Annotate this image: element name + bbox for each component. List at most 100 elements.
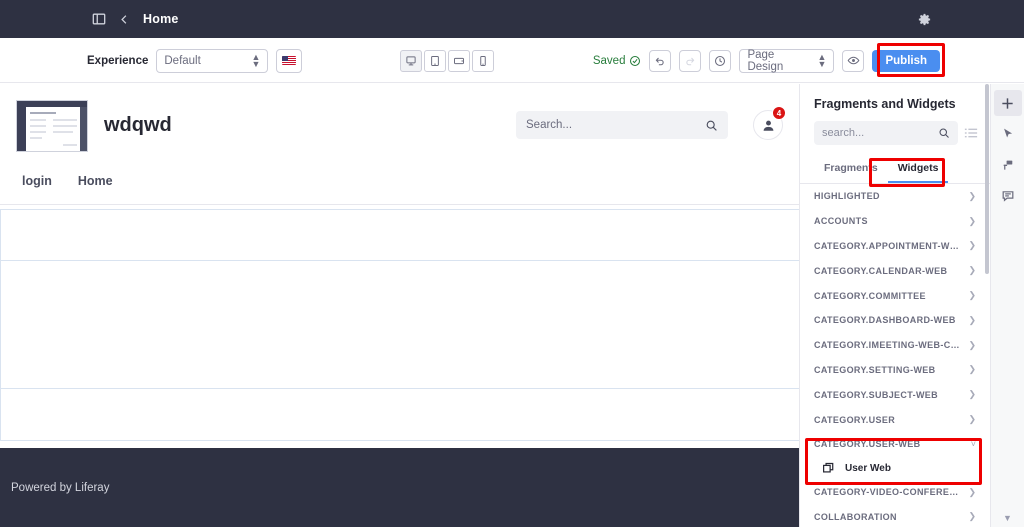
category-dashboard-web[interactable]: CATEGORY.DASHBOARD-WEB ❯ [800,308,990,333]
widget-label: User Web [845,462,891,474]
dropzone-container [0,205,803,441]
category-appointment-web[interactable]: CATEGORY.APPOINTMENT-WEB ❯ [800,234,990,259]
dropzone-3[interactable] [0,389,803,441]
chevron-right-icon: ❯ [968,290,976,301]
site-logo-thumbnail [16,100,88,152]
top-bar-left: Home [0,12,179,26]
control-bar: Experience Default ▲ ▼ Saved Page Design… [0,38,1024,83]
site-title: wdqwd [104,114,172,136]
dropzone-2[interactable] [0,261,803,389]
category-label: CATEGORY.USER-WEB [814,439,921,450]
experience-group: Experience Default ▲ ▼ [87,38,303,83]
category-highlighted[interactable]: HIGHLIGHTED ❯ [800,184,990,209]
top-bar: Home [0,0,1024,38]
category-imeeting-web[interactable]: CATEGORY.IMEETING-WEB-CO... ❯ [800,333,990,358]
nav-item-home[interactable]: Home [78,174,113,188]
chevron-right-icon: ❯ [968,414,976,425]
panel-search-input[interactable]: search... [814,121,958,145]
panel-scrollbar[interactable] [985,84,989,274]
us-flag-icon [282,56,297,65]
chevron-updown-icon: ▲ ▼ [817,51,827,69]
chevron-right-icon: ❯ [968,265,976,276]
site-search-input[interactable]: Search... [516,111,728,139]
category-committee[interactable]: CATEGORY.COMMITTEE ❯ [800,283,990,308]
experience-select[interactable]: Default ▲ ▼ [156,48,269,73]
tab-fragments[interactable]: Fragments [814,156,888,183]
search-icon [706,120,717,131]
list-view-icon[interactable] [964,126,978,140]
chevron-left-icon[interactable] [119,14,130,25]
chevron-right-icon: ❯ [968,190,976,201]
panel-search-placeholder: search... [822,127,865,139]
experience-label: Experience [87,54,149,67]
history-button[interactable] [709,49,732,72]
chevron-right-icon: ❯ [968,240,976,251]
notification-badge: 4 [772,106,786,120]
cursor-icon[interactable] [994,121,1022,147]
check-circle-icon [630,55,641,66]
search-icon [939,128,949,138]
device-preview-group [400,38,496,83]
panel-tabs: Fragments Widgets [800,156,990,184]
page-design-select[interactable]: Page Design ▲ ▼ [739,48,835,73]
device-desktop-button[interactable] [400,49,422,72]
user-icon [763,120,773,131]
category-label: CATEGORY.DASHBOARD-WEB [814,315,956,326]
caret-down-icon[interactable]: ▼ [1003,513,1012,523]
user-avatar-wrapper[interactable]: 4 [753,106,786,140]
category-subject-web[interactable]: CATEGORY.SUBJECT-WEB ❯ [800,382,990,407]
category-user-web[interactable]: CATEGORY.USER-WEB ˅ [800,432,990,457]
category-calendar-web[interactable]: CATEGORY.CALENDAR-WEB ❯ [800,258,990,283]
comment-icon[interactable] [994,183,1022,209]
site-search-placeholder: Search... [526,119,573,131]
category-label: CATEGORY.CALENDAR-WEB [814,265,948,276]
site-header: wdqwd Search... 4 login Home [0,84,803,205]
category-setting-web[interactable]: CATEGORY.SETTING-WEB ❯ [800,358,990,383]
device-tablet-landscape-button[interactable] [448,49,470,72]
chevron-right-icon: ❯ [968,215,976,226]
chevron-down-icon: ˅ [970,439,976,450]
chevron-updown-icon: ▲ ▼ [251,51,261,69]
category-label: CATEGORY.IMEETING-WEB-CO... [814,340,963,351]
fragments-widgets-panel: Fragments and Widgets search... Fragment… [799,84,990,527]
stamp-icon[interactable] [994,152,1022,178]
category-collaboration[interactable]: COLLABORATION ❯ [800,505,990,527]
nav-item-login[interactable]: login [22,174,52,188]
add-icon[interactable] [993,90,1022,116]
saved-status: Saved [593,55,642,67]
category-label: ACCOUNTS [814,216,868,227]
language-flag-button[interactable] [276,48,303,73]
site-nav: login Home [0,160,803,205]
chevron-right-icon: ❯ [968,389,976,400]
dropzone-1[interactable] [0,209,803,261]
page-title: Home [143,12,179,26]
category-label: CATEGORY.COMMITTEE [814,290,926,301]
control-bar-right-group: Saved Page Design ▲ ▼ Publish [593,38,940,83]
category-label: CATEGORY-VIDEO-CONFERENCES [814,487,963,498]
redo-button[interactable] [679,49,702,72]
category-label: CATEGORY.SETTING-WEB [814,364,936,375]
panel-icon[interactable] [92,12,106,26]
gear-icon[interactable] [917,12,932,27]
chevron-right-icon: ❯ [968,314,976,325]
chevron-right-icon: ❯ [968,364,976,375]
category-label: CATEGORY.APPOINTMENT-WEB [814,240,963,251]
panel-title: Fragments and Widgets [814,97,956,111]
undo-button[interactable] [649,49,672,72]
chevron-right-icon: ❯ [968,486,976,497]
saved-label: Saved [592,54,626,67]
device-tablet-button[interactable] [424,49,446,72]
chevron-right-icon: ❯ [968,511,976,522]
widget-icon [823,462,834,473]
widget-item-user-web[interactable]: User Web [800,457,990,480]
category-accounts[interactable]: ACCOUNTS ❯ [800,209,990,234]
category-label: HIGHLIGHTED [814,191,880,202]
preview-button[interactable] [842,49,865,72]
chevron-right-icon: ❯ [968,339,976,350]
publish-button[interactable]: Publish [872,49,940,72]
device-mobile-button[interactable] [472,49,494,72]
category-video-conferences[interactable]: CATEGORY-VIDEO-CONFERENCES ❯ [800,480,990,505]
category-label: CATEGORY.SUBJECT-WEB [814,389,939,400]
tab-widgets[interactable]: Widgets [887,156,949,183]
category-user[interactable]: CATEGORY.USER ❯ [800,407,990,432]
